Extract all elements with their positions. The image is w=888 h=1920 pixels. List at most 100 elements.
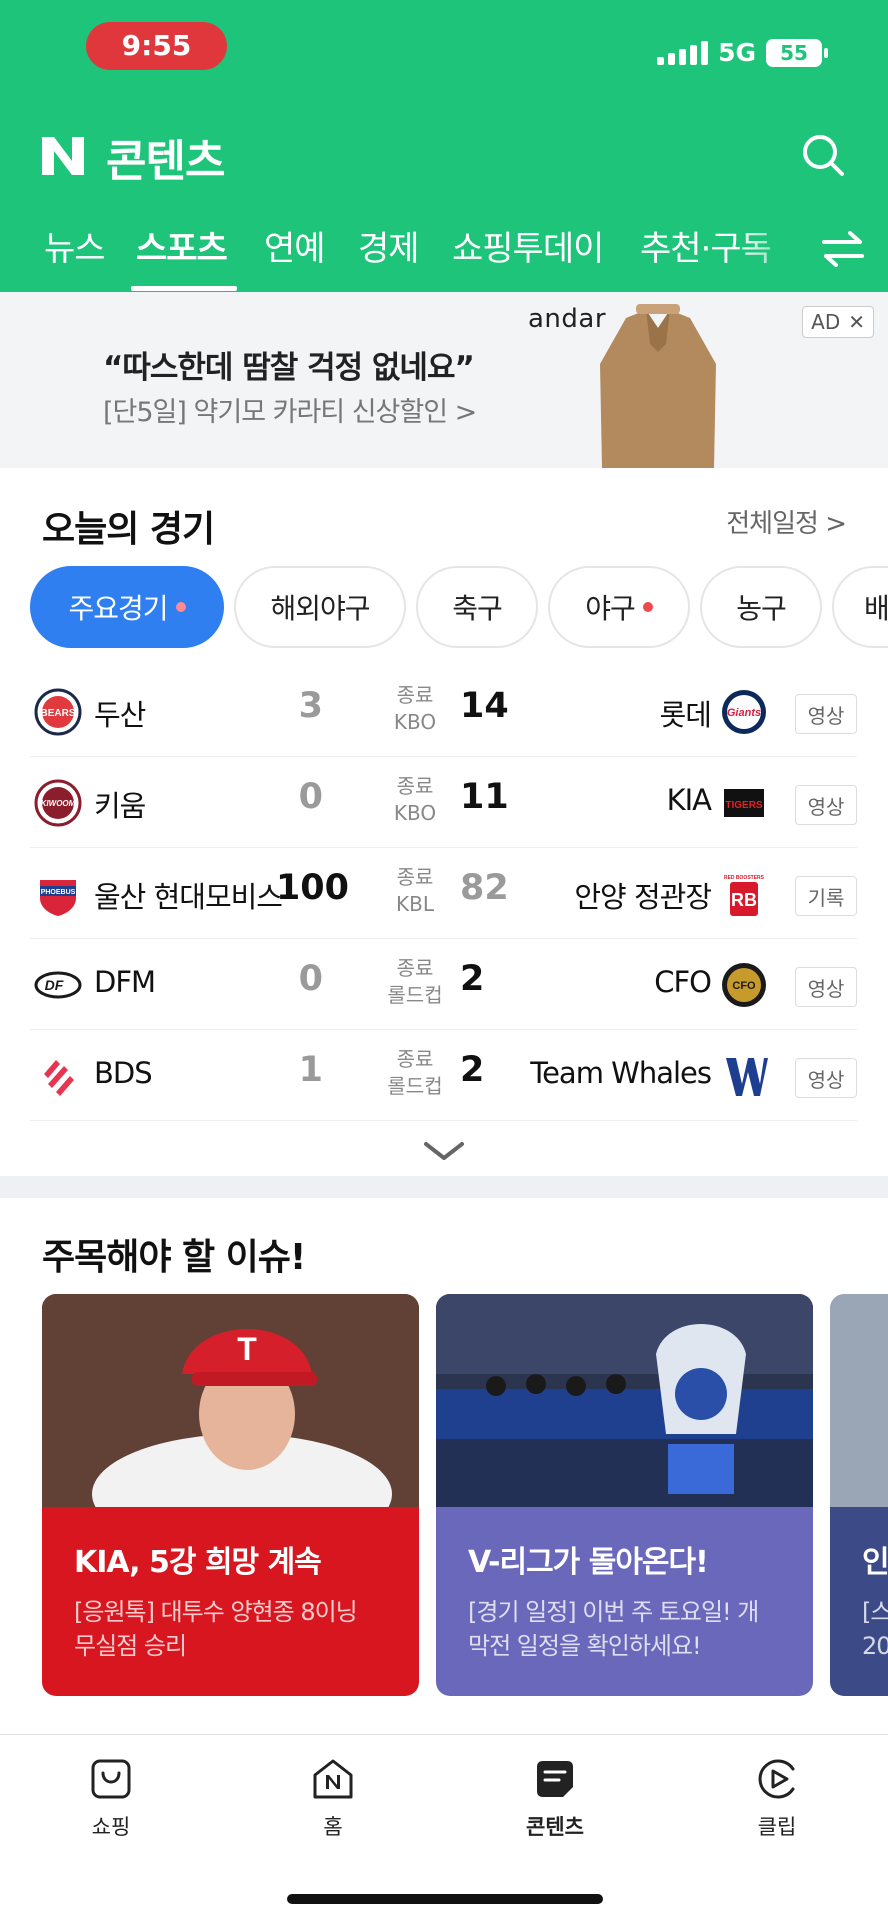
close-icon[interactable]: ✕ xyxy=(848,310,865,334)
away-score: 2 xyxy=(460,959,485,999)
nav-clip[interactable]: 클립 xyxy=(717,1757,837,1841)
card-desc-line: 무실점 승리 xyxy=(74,1632,187,1660)
game-status: 종료 KBL xyxy=(370,864,460,918)
card-title: V-리그가 돌아온다! xyxy=(468,1545,709,1580)
nav-contents[interactable]: 콘텐츠 xyxy=(495,1757,615,1841)
status-label: 종료 xyxy=(396,683,434,707)
team-logo-bds-icon xyxy=(44,1060,74,1096)
away-team-name: 롯데 xyxy=(659,698,712,732)
shopping-bag-icon xyxy=(91,1759,131,1799)
home-team-name: BDS xyxy=(94,1056,153,1090)
game-row[interactable]: PHOEBUS 울산 현대모비스 100 종료 KBL 82 안양 정관장 RE… xyxy=(30,848,857,939)
chip-label: 해외야구 xyxy=(270,592,370,625)
status-label: 종료 xyxy=(396,865,434,889)
card-desc-line: [응원톡] 대투수 양현종 8이닝 xyxy=(74,1598,358,1626)
ad-label: AD xyxy=(811,310,841,334)
live-dot xyxy=(175,602,186,612)
ad-banner[interactable]: “따스한데 땀찰 걱정 없네요” [단5일] 약기모 카라티 신상할인 > an… xyxy=(0,292,888,468)
video-button[interactable]: 영상 xyxy=(795,967,857,1007)
tab-fade xyxy=(736,213,816,292)
game-row[interactable]: BEARS 두산 3 종료 KBO 14 롯데 Giants 영상 xyxy=(30,666,857,757)
home-score: 3 xyxy=(298,686,323,726)
card-image-pitcher: T xyxy=(42,1294,419,1507)
card-description: [스 20 xyxy=(862,1595,888,1663)
home-icon xyxy=(313,1759,353,1799)
app-header: 9:55 5G 55 콘텐츠 뉴스 스포츠 연예 경제 쇼핑투데이 추천·구독 xyxy=(0,0,888,292)
game-status: 종료 KBO xyxy=(370,682,460,736)
tab-sports[interactable]: 스포츠 xyxy=(136,221,228,270)
page-title: 콘텐츠 xyxy=(106,136,225,187)
status-label: 종료 xyxy=(396,956,434,980)
chip-main-games[interactable]: 주요경기 xyxy=(30,566,224,648)
game-row[interactable]: BDS 1 종료 롤드컵 2 Team Whales 영상 xyxy=(30,1030,857,1121)
tab-entertainment[interactable]: 연예 xyxy=(264,221,326,270)
swap-arrows-icon[interactable] xyxy=(820,227,866,271)
video-button[interactable]: 영상 xyxy=(795,785,857,825)
status-label: 종료 xyxy=(396,774,434,798)
video-button[interactable]: 영상 xyxy=(795,694,857,734)
issue-card[interactable]: V-리그가 돌아온다! [경기 일정] 이번 주 토요일! 개 막전 일정을 확… xyxy=(436,1294,813,1696)
nav-home[interactable]: 홈 xyxy=(273,1757,393,1841)
nav-label: 콘텐츠 xyxy=(526,1815,584,1839)
home-indicator xyxy=(287,1894,603,1904)
search-icon[interactable] xyxy=(798,130,848,180)
away-score: 14 xyxy=(460,686,509,726)
chip-basketball[interactable]: 농구 xyxy=(700,566,822,648)
ad-subtext[interactable]: [단5일] 약기모 카라티 신상할인 > xyxy=(103,390,477,429)
bottom-nav: 쇼핑 홈 콘텐츠 클립 xyxy=(0,1734,888,1920)
issue-card[interactable]: T KIA, 5강 희망 계속 [응원톡] 대투수 양현종 8이닝 무실점 승리 xyxy=(42,1294,419,1696)
chip-overseas-baseball[interactable]: 해외야구 xyxy=(234,566,406,648)
issue-card[interactable]: 인 [스 20 xyxy=(830,1294,888,1696)
logo-text: TIGERS xyxy=(725,800,763,811)
logo-text: BEARS xyxy=(40,708,75,719)
nav-label: 쇼핑 xyxy=(91,1815,131,1839)
card-description: [응원톡] 대투수 양현종 8이닝 무실점 승리 xyxy=(74,1595,387,1663)
home-score: 0 xyxy=(298,777,323,817)
card-desc-line: [스 xyxy=(862,1598,888,1626)
home-team-name: 키움 xyxy=(94,789,146,823)
chevron-down-icon[interactable] xyxy=(420,1136,468,1164)
league-label: KBL xyxy=(396,892,434,916)
active-tab-indicator xyxy=(131,286,237,291)
home-score: 1 xyxy=(298,1050,323,1090)
home-team-name: 두산 xyxy=(94,698,146,732)
nav-shopping[interactable]: 쇼핑 xyxy=(51,1757,171,1841)
team-logo-tigers-icon: TIGERS xyxy=(724,789,764,817)
video-button[interactable]: 영상 xyxy=(795,1058,857,1098)
chip-volleyball[interactable]: 배 xyxy=(832,566,888,648)
nav-label: 홈 xyxy=(323,1815,343,1839)
game-row[interactable]: DF DFM 0 종료 롤드컵 2 CFO CFO 영상 xyxy=(30,939,857,1030)
ad-badge[interactable]: AD ✕ xyxy=(802,306,874,338)
naver-logo-icon[interactable] xyxy=(40,135,86,177)
away-score: 11 xyxy=(460,777,509,817)
battery-icon: 55 xyxy=(766,38,828,67)
league-label: KBO xyxy=(393,801,437,825)
tab-shopping-today[interactable]: 쇼핑투데이 xyxy=(452,221,604,270)
svg-text:RB: RB xyxy=(731,890,757,910)
logo-text: DF xyxy=(45,977,64,993)
full-schedule-link[interactable]: 전체일정 > xyxy=(726,503,847,540)
card-image-vleague-trophy xyxy=(436,1294,813,1507)
away-team-name: Team Whales xyxy=(530,1056,712,1090)
network-type: 5G xyxy=(718,38,756,67)
card-title: 인 xyxy=(862,1545,888,1580)
league-label: 롤드컵 xyxy=(387,983,443,1007)
tab-news[interactable]: 뉴스 xyxy=(44,221,106,270)
logo-text: PHOEBUS xyxy=(41,889,76,896)
team-logo-cfo-icon: CFO xyxy=(722,963,766,1007)
home-team-name: DFM xyxy=(94,965,156,999)
logo-text: KIWOOM xyxy=(41,799,76,808)
tab-economy[interactable]: 경제 xyxy=(358,221,420,270)
card-desc-line: [경기 일정] 이번 주 토요일! 개 xyxy=(468,1598,759,1626)
chip-soccer[interactable]: 축구 xyxy=(416,566,538,648)
game-row[interactable]: KIWOOM 키움 0 종료 KBO 11 KIA TIGERS 영상 xyxy=(30,757,857,848)
issue-cards: T KIA, 5강 희망 계속 [응원톡] 대투수 양현종 8이닝 무실점 승리… xyxy=(42,1294,888,1696)
card-desc-line: 막전 일정을 확인하세요! xyxy=(468,1632,702,1660)
home-team-name: 울산 현대모비스 xyxy=(94,880,283,914)
logo-text: CFO xyxy=(732,980,756,992)
record-button[interactable]: 기록 xyxy=(795,876,857,916)
live-dot xyxy=(642,602,653,612)
home-score: 0 xyxy=(298,959,323,999)
chip-baseball[interactable]: 야구 xyxy=(548,566,690,648)
league-label: 롤드컵 xyxy=(387,1074,443,1098)
